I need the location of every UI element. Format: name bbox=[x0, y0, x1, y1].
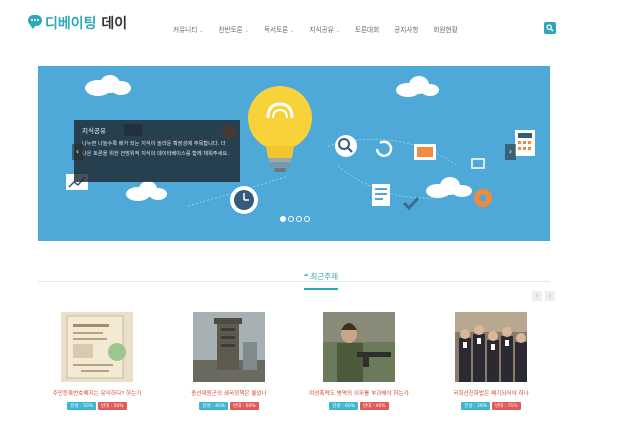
nav-item-debate[interactable]: 찬반토론 ⌄ bbox=[218, 24, 248, 34]
con-badge: 반대 : 60% bbox=[230, 402, 259, 410]
pro-badge: 찬성 : 40% bbox=[199, 402, 228, 410]
chevron-left-icon: ‹ bbox=[535, 292, 539, 300]
topic-card[interactable]: 종선대원군의 쇄국정책은 옳았나 찬성 : 40% 반대 : 60% bbox=[174, 312, 284, 410]
banner-dot[interactable] bbox=[296, 216, 302, 222]
site-header: 디베이팅 데이 커뮤니티 ⌄ 찬반토론 ⌄ 독서토론 ⌄ 지식공유 ⌄ 토론대회 공지사… bbox=[0, 0, 642, 52]
chevron-right-icon: › bbox=[548, 292, 552, 300]
topic-thumbnail[interactable] bbox=[193, 312, 265, 382]
banner-dot[interactable] bbox=[304, 216, 310, 222]
banner-pagination bbox=[280, 216, 312, 222]
con-badge: 반대 : 40% bbox=[360, 402, 389, 410]
vote-badges: 찬성 : 60% 반대 : 40% bbox=[304, 402, 414, 410]
logo-text: 디베이팅 데이 bbox=[45, 16, 128, 32]
topic-card[interactable]: 여성폭력도 병역의 의무를 부과해야 하는가 찬성 : 60% 반대 : 40% bbox=[304, 312, 414, 410]
nav-item-community[interactable]: 커뮤니티 ⌄ bbox=[173, 24, 203, 34]
topic-thumbnail[interactable] bbox=[455, 312, 527, 382]
banner-caption: 지식공유 나누면 나눌수록 배가 되는 지식이 놀라운 확장성에 주목합니다. … bbox=[74, 120, 240, 182]
vote-badges: 찬성 : 29% 반대 : 71% bbox=[436, 402, 546, 410]
nav-item-members[interactable]: 회원현황 bbox=[433, 24, 457, 34]
chevron-down-icon: ⌄ bbox=[199, 28, 204, 34]
carousel-prev-button[interactable]: ‹ bbox=[532, 291, 542, 301]
chevron-left-icon: ‹ bbox=[75, 147, 80, 156]
topic-card[interactable]: 주민등록번호폐지는 유익하다? 하는가 찬성 : 50% 반대 : 50% bbox=[42, 312, 152, 410]
pro-badge: 찬성 : 29% bbox=[461, 402, 490, 410]
speech-bubble-icon bbox=[28, 14, 42, 29]
carousel-next-button[interactable]: › bbox=[545, 291, 555, 301]
site-logo[interactable]: 디베이팅 데이 bbox=[28, 11, 127, 35]
nav-item-book-debate[interactable]: 독서토론 ⌄ bbox=[264, 24, 294, 34]
topic-title[interactable]: 종선대원군의 쇄국정책은 옳았나 bbox=[174, 389, 284, 397]
banner-caption-title: 지식공유 bbox=[82, 127, 106, 135]
pro-badge: 찬성 : 50% bbox=[67, 402, 96, 410]
vote-badges: 찬성 : 40% 반대 : 60% bbox=[174, 402, 284, 410]
search-icon bbox=[546, 24, 554, 32]
recent-section-header: ❝ 최근주제 bbox=[0, 264, 642, 290]
chevron-right-icon: › bbox=[508, 147, 513, 156]
topic-title[interactable]: 국회선진화법은 폐기되어야 하나 bbox=[436, 389, 546, 397]
chevron-down-icon: ⌄ bbox=[244, 28, 249, 34]
main-nav: 커뮤니티 ⌄ 찬반토론 ⌄ 독서토론 ⌄ 지식공유 ⌄ 토론대회 공지사항 회원현황 bbox=[173, 24, 473, 34]
hero-banner: 지식공유 나누면 나눌수록 배가 되는 지식이 놀라운 확장성에 주목합니다. … bbox=[38, 66, 550, 241]
quote-icon: ❝ bbox=[303, 272, 309, 281]
vote-badges: 찬성 : 50% 반대 : 50% bbox=[42, 402, 152, 410]
pro-badge: 찬성 : 60% bbox=[329, 402, 358, 410]
topic-card[interactable]: 국회선진화법은 폐기되어야 하나 찬성 : 29% 반대 : 71% bbox=[436, 312, 546, 410]
banner-prev-button[interactable]: ‹ bbox=[72, 144, 83, 160]
section-divider bbox=[38, 281, 550, 282]
topic-title[interactable]: 주민등록번호폐지는 유익하다? 하는가 bbox=[42, 389, 152, 397]
chevron-down-icon: ⌄ bbox=[290, 28, 295, 34]
banner-next-button[interactable]: › bbox=[505, 144, 516, 160]
topic-thumbnail[interactable] bbox=[61, 312, 133, 382]
banner-caption-text: 나누면 나눌수록 배가 되는 지식이 놀라운 확장성에 주목합니다. 더 나은 … bbox=[82, 141, 229, 157]
banner-dot[interactable] bbox=[288, 216, 294, 222]
nav-item-contest[interactable]: 토론대회 bbox=[355, 24, 379, 34]
con-badge: 반대 : 50% bbox=[98, 402, 127, 410]
banner-dot[interactable] bbox=[280, 216, 286, 222]
nav-item-notice[interactable]: 공지사항 bbox=[394, 24, 418, 34]
con-badge: 반대 : 71% bbox=[492, 402, 521, 410]
search-button[interactable] bbox=[544, 22, 556, 34]
topic-thumbnail[interactable] bbox=[323, 312, 395, 382]
chevron-down-icon: ⌄ bbox=[335, 28, 340, 34]
nav-item-knowledge[interactable]: 지식공유 ⌄ bbox=[309, 24, 339, 34]
topic-title[interactable]: 여성폭력도 병역의 의무를 부과해야 하는가 bbox=[304, 389, 414, 397]
